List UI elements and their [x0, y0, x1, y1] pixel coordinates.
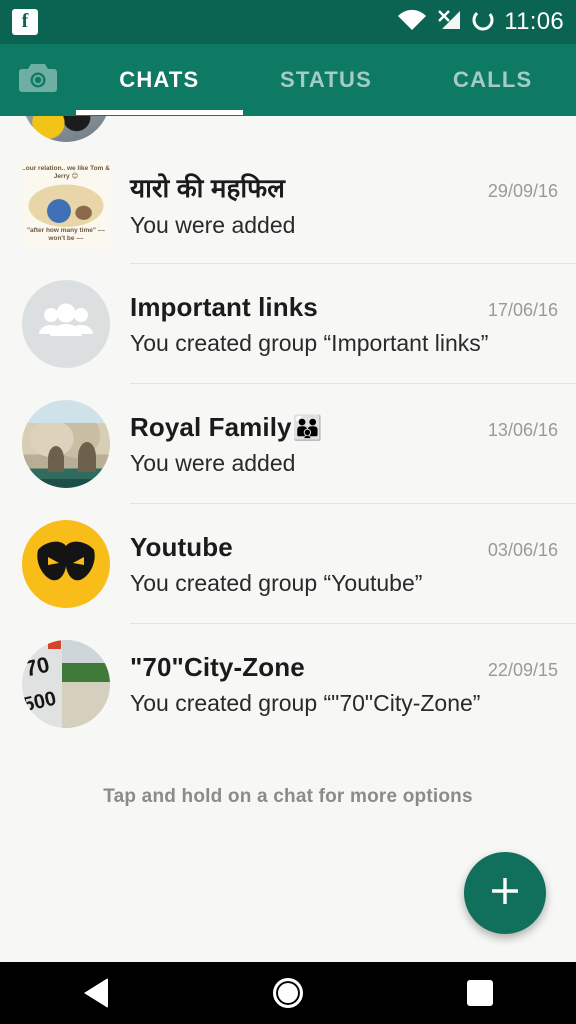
chat-date: 13/06/16 [487, 419, 558, 440]
chat-title: Youtube [130, 531, 233, 562]
nav-recents-button[interactable] [384, 980, 576, 1006]
chat-date: 17/06/16 [487, 299, 558, 320]
avatar-detail [78, 442, 96, 472]
chat-item-body: यारो की महफिल 29/09/16 You were added [130, 144, 576, 264]
avatar-text-70: 70 [22, 651, 52, 682]
status-bar-clock: 11:06 [504, 8, 564, 35]
avatar-detail [62, 662, 110, 683]
chat-date: 22/09/15 [487, 659, 558, 680]
chat-item-title-line: Youtube 03/06/16 [130, 532, 558, 563]
chat-title-emoji: 👪 [292, 414, 323, 442]
avatar-detail [48, 446, 64, 472]
chat-item-body: Youtube 03/06/16 You created group “Yout… [130, 504, 576, 624]
chat-list-item[interactable]: 70 500 "70"City-Zone 22/09/15 You create… [0, 624, 576, 744]
chat-item-body: Important links 17/06/16 You created gro… [130, 264, 576, 384]
chat-item-body: Royal Family 👪 13/06/16 You were added [130, 384, 576, 504]
avatar-caption-top: ..our relation.. we like Tom & Jerry 😊 [22, 165, 110, 181]
status-bar: f 11:06 [0, 0, 576, 44]
avatar-text-500: 500 [22, 687, 59, 717]
chat-list-item[interactable]: Youtube 03/06/16 You created group “Yout… [0, 504, 576, 624]
chat-title: Royal Family [130, 411, 292, 442]
active-tab-indicator [76, 110, 243, 115]
back-triangle-icon [84, 978, 108, 1008]
avatar [22, 400, 110, 488]
facebook-icon-letter: f [21, 10, 29, 32]
tab-calls[interactable]: CALLS [409, 44, 576, 116]
chat-date: 29/09/16 [487, 181, 558, 201]
whatsapp-chats-screen: f 11:06 CHATS STATUS CALLS ..our relatio… [0, 0, 576, 1024]
status-bar-indicators: 11:06 [397, 8, 564, 37]
chat-subtitle: You created group “Important links” [130, 329, 489, 356]
sync-circle-icon [471, 8, 495, 37]
chat-item-title-line: "70"City-Zone 22/09/15 [130, 652, 558, 683]
facebook-icon: f [12, 9, 38, 35]
avatar-detail [62, 682, 110, 728]
recents-square-icon [467, 980, 493, 1006]
chat-subtitle: You created group “"70"City-Zone” [130, 689, 481, 716]
camera-icon [18, 61, 58, 100]
chat-item-title-line: यारो की महफिल 29/09/16 [130, 169, 558, 205]
chat-list-item[interactable]: ..our relation.. we like Tom & Jerry 😊 "… [0, 144, 576, 264]
chat-item-body: "70"City-Zone 22/09/15 You created group… [130, 624, 576, 744]
chat-list-item[interactable]: Royal Family 👪 13/06/16 You were added [0, 384, 576, 504]
home-circle-icon [273, 978, 303, 1008]
new-chat-fab[interactable] [464, 852, 546, 934]
chat-item-title-line: Royal Family 👪 13/06/16 [130, 412, 558, 443]
chat-subtitle: You were added [130, 449, 296, 476]
chat-title: यारो की महफिल [130, 173, 285, 203]
nav-back-button[interactable] [0, 978, 192, 1008]
tab-bar: CHATS STATUS CALLS [76, 44, 576, 116]
nav-home-button[interactable] [192, 978, 384, 1008]
avatar: ..our relation.. we like Tom & Jerry 😊 "… [22, 160, 110, 248]
chat-list[interactable]: ..our relation.. we like Tom & Jerry 😊 "… [0, 116, 576, 962]
avatar: 70 500 [22, 640, 110, 728]
avatar [22, 116, 110, 142]
yellow-mask-logo-icon [34, 540, 98, 589]
avatar-detail [48, 640, 61, 649]
default-group-icon [38, 302, 94, 347]
chat-title: Important links [130, 291, 318, 322]
app-toolbar: CHATS STATUS CALLS [0, 44, 576, 116]
chat-subtitle: You were added [130, 212, 296, 238]
chat-list-item[interactable]: Important links 17/06/16 You created gro… [0, 264, 576, 384]
system-navigation-bar [0, 962, 576, 1024]
avatar [22, 520, 110, 608]
camera-tab-button[interactable] [0, 61, 76, 100]
chat-date: 03/06/16 [487, 539, 558, 560]
tab-chats[interactable]: CHATS [76, 44, 243, 116]
chat-title: "70"City-Zone [130, 651, 305, 682]
chat-subtitle: You created group “Youtube” [130, 569, 423, 596]
list-hint-text: Tap and hold on a chat for more options [103, 786, 473, 807]
avatar-caption-bottom: "after how many time" –– won't be –– [26, 226, 106, 242]
avatar [22, 280, 110, 368]
tab-status[interactable]: STATUS [243, 44, 410, 116]
wifi-icon [397, 9, 427, 36]
mobile-signal-no-sim-icon [436, 9, 462, 36]
chat-item-title-line: Important links 17/06/16 [130, 292, 558, 323]
plus-icon [486, 872, 524, 915]
list-item-partial[interactable] [0, 116, 576, 144]
